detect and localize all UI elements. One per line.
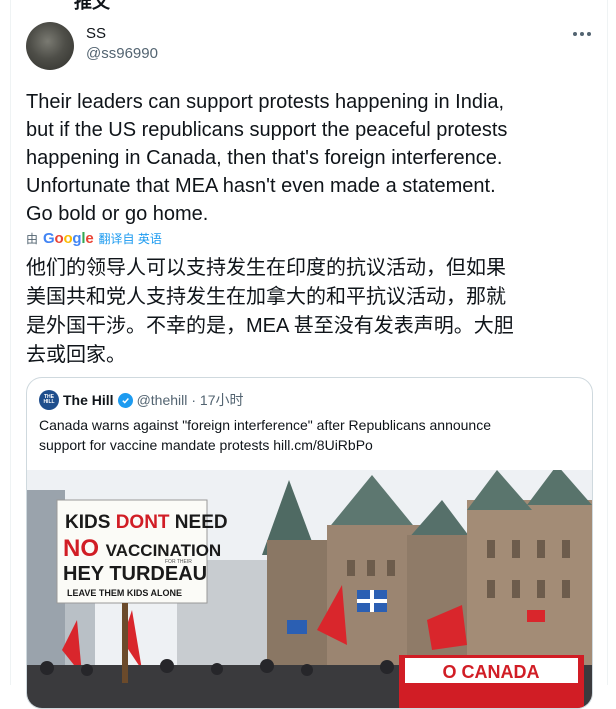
tweet-line: Go bold or go home.	[26, 203, 209, 225]
quoted-author-handle: @thehill	[136, 392, 188, 408]
translated-line: 他们的领导人可以支持发生在印度的抗议活动，但如果	[26, 257, 506, 279]
quoted-tweet-card[interactable]: THE HILL The Hill @thehill · 17小时 Canada …	[26, 377, 593, 709]
translated-line: 美国共和党人支持发生在加拿大的和平抗议活动，那就	[26, 286, 506, 308]
tweet-line: Their leaders can support protests happe…	[26, 91, 505, 113]
tweet-line: Unfortunate that MEA hasn't even made a …	[26, 175, 496, 197]
tweet-line: but if the US republicans support the pe…	[26, 119, 508, 141]
author-name[interactable]: SS	[86, 25, 106, 42]
more-options-icon[interactable]	[568, 22, 596, 46]
quoted-tweet-text: Canada warns against "foreign interferen…	[39, 415, 579, 455]
translated-line: 去或回家。	[26, 344, 126, 366]
avatar[interactable]	[26, 22, 74, 70]
quoted-text-line: Canada warns against "foreign interferen…	[39, 417, 491, 433]
tweet-line: happening in Canada, then that's foreign…	[26, 147, 503, 169]
page-title: 推文	[74, 0, 110, 12]
translated-text: 他们的领导人可以支持发生在印度的抗议活动，但如果 美国共和党人支持发生在加拿大的…	[26, 254, 596, 370]
translated-line: 是外国干涉。不幸的是，MEA 甚至没有发表声明。大胆	[26, 315, 514, 337]
translated-from-link[interactable]: 翻译自 英语	[99, 230, 162, 247]
quoted-text-line: support for vaccine mandate protests hil…	[39, 437, 373, 453]
quoted-tweet-time: · 17小时	[191, 392, 244, 408]
svg-text:HEY TURDEAU: HEY TURDEAU	[63, 563, 207, 585]
the-hill-logo: THE HILL	[39, 390, 59, 410]
svg-text:KIDS DONT NEED: KIDS DONT NEED	[65, 512, 228, 533]
author-handle[interactable]: @ss96990	[86, 45, 158, 62]
svg-text:FOR THEIR: FOR THEIR	[165, 559, 192, 565]
tweet-text: Their leaders can support protests happe…	[26, 88, 596, 228]
verified-badge-icon	[117, 392, 133, 408]
google-logo: Google	[43, 230, 94, 247]
quoted-author-name: The Hill	[63, 392, 114, 408]
quoted-tweet-header: THE HILL The Hill @thehill · 17小时	[39, 390, 243, 410]
timeline-border-right	[607, 0, 608, 685]
quoted-tweet-photo[interactable]: KIDS DONT NEED NO VACCINATION HEY TURDEA…	[27, 470, 592, 708]
protest-photo-illustration: KIDS DONT NEED NO VACCINATION HEY TURDEA…	[27, 470, 592, 708]
translate-by-label: 由	[26, 232, 39, 246]
svg-text:LEAVE THEM KIDS ALONE: LEAVE THEM KIDS ALONE	[67, 588, 182, 598]
timeline-border-left	[10, 0, 11, 685]
svg-text:O CANADA: O CANADA	[443, 662, 540, 682]
translation-attribution: 由 Google 翻译自 英语	[26, 230, 162, 247]
